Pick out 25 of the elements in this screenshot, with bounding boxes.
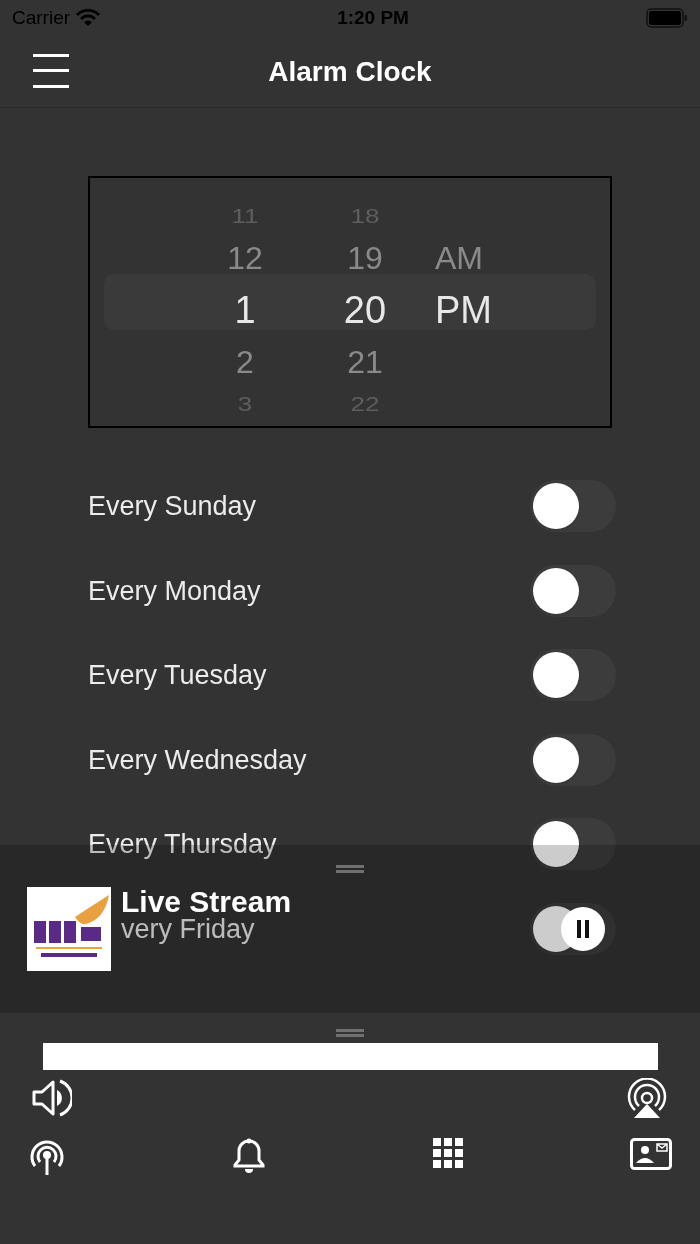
broadcast-icon[interactable] (28, 1138, 66, 1176)
day-label: Every Tuesday (88, 659, 267, 692)
airplay-icon[interactable] (626, 1078, 668, 1120)
picker-value[interactable]: 19 (347, 234, 383, 282)
day-label: Every Sunday (88, 490, 257, 523)
drag-handle[interactable] (336, 1029, 364, 1037)
picker-value[interactable]: 20 (343, 281, 387, 339)
drag-handle[interactable] (336, 865, 364, 873)
day-label: Every Monday (88, 574, 261, 608)
window-title: Alarm Clock (268, 54, 432, 89)
speaker-icon[interactable] (32, 1078, 72, 1118)
picker-value[interactable]: AM (435, 234, 483, 282)
pause-icon (576, 920, 590, 938)
picker-value[interactable]: PM (435, 281, 492, 339)
day-label: Every Wednesday (88, 743, 307, 777)
picker-value[interactable]: 1 (234, 281, 256, 339)
grid-icon[interactable] (432, 1138, 463, 1168)
menu-icon[interactable] (33, 52, 69, 90)
wifi-icon (76, 9, 101, 27)
contact-card-icon[interactable] (630, 1138, 672, 1170)
picker-value[interactable]: 12 (227, 234, 263, 282)
picker-value[interactable]: 2 (236, 338, 254, 386)
picker-value[interactable]: 21 (347, 338, 383, 386)
bell-icon[interactable] (233, 1138, 266, 1174)
battery-icon (646, 8, 688, 28)
